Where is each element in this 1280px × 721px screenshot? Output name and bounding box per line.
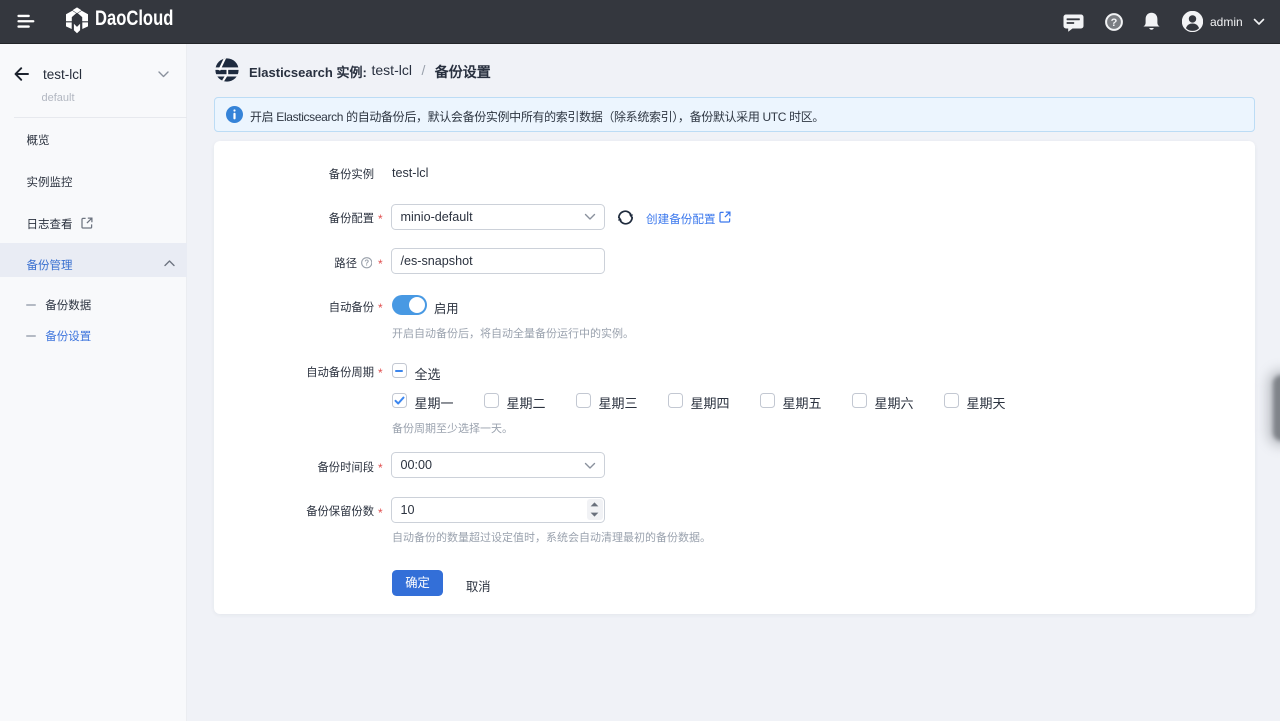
svg-text:?: ? — [1111, 17, 1118, 29]
svg-text:?: ? — [364, 259, 369, 268]
